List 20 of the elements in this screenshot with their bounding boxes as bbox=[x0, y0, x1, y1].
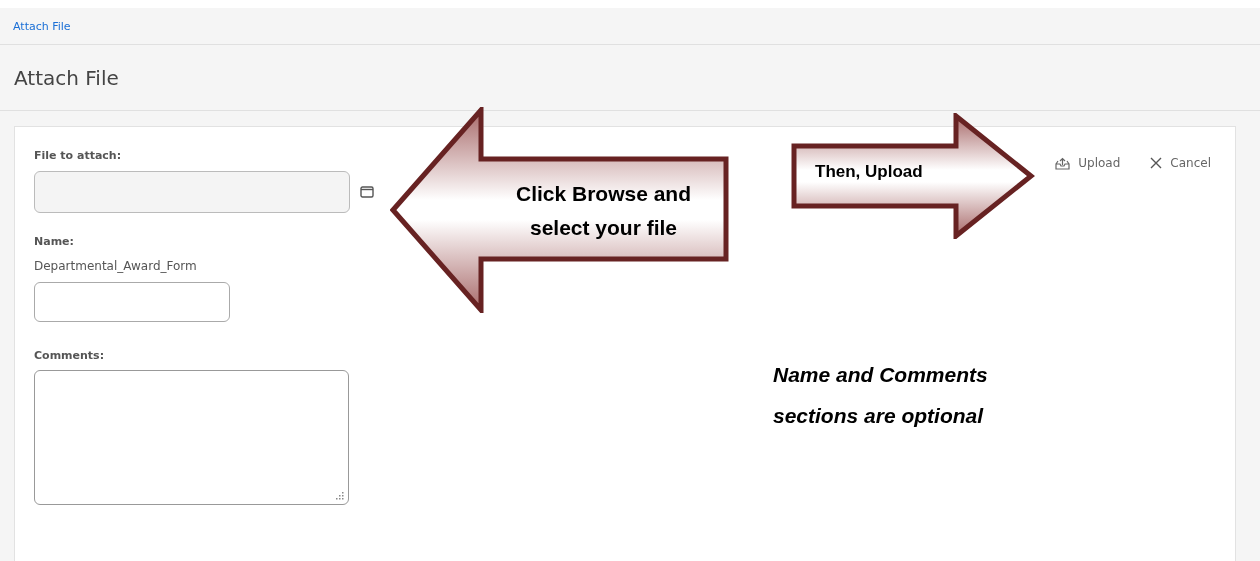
field-label: Name: bbox=[34, 235, 75, 248]
close-icon bbox=[1150, 157, 1163, 169]
browse-icon[interactable] bbox=[360, 186, 374, 198]
comments-field[interactable] bbox=[34, 370, 349, 505]
name-field[interactable] bbox=[34, 282, 230, 322]
callout-text: Then, Upload bbox=[815, 162, 923, 182]
file-name-text: Departmental_Award_Form bbox=[34, 259, 198, 273]
resize-grip-icon[interactable] bbox=[336, 492, 344, 500]
page-title: Attach File bbox=[14, 65, 119, 90]
callout-text: Click Browse and bbox=[515, 181, 692, 207]
field-label: File to attach: bbox=[34, 149, 123, 162]
callout-text: select your file bbox=[529, 215, 678, 241]
note-text: sections are optional bbox=[773, 403, 985, 429]
breadcrumb-link[interactable]: Attach File bbox=[13, 19, 71, 33]
upload-button[interactable]: Upload bbox=[1055, 154, 1121, 172]
field-label: Comments: bbox=[34, 349, 106, 362]
upload-icon bbox=[1055, 156, 1071, 170]
file-field[interactable] bbox=[34, 171, 350, 213]
note-text: Name and Comments bbox=[773, 362, 988, 388]
cancel-button[interactable]: Cancel bbox=[1150, 154, 1211, 172]
